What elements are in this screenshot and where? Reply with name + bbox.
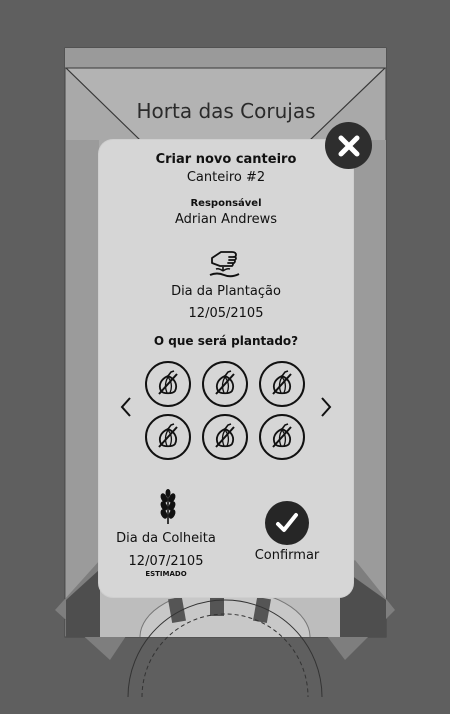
seed-option[interactable] (259, 361, 305, 407)
modal-title: Criar novo canteiro (155, 152, 297, 167)
responsible-label: Responsável (190, 198, 262, 209)
planting-date: 12/05/2105 (188, 306, 264, 321)
onion-icon (158, 370, 178, 395)
harvest-date: 12/07/2105 (128, 554, 204, 569)
plant-question: O que será plantado? (153, 334, 299, 348)
checkmark-icon (276, 513, 298, 532)
app-title: Horta das Corujas (136, 99, 316, 123)
chevron-right-icon[interactable] (316, 394, 336, 420)
confirm-label[interactable]: Confirmar (247, 548, 327, 563)
seed-option[interactable] (202, 361, 248, 407)
seed-option[interactable] (145, 361, 191, 407)
onion-icon (272, 370, 292, 395)
responsible-name: Adrian Andrews (174, 212, 278, 227)
onion-icon (158, 423, 178, 448)
wheat-icon (160, 489, 176, 524)
onion-icon (215, 423, 235, 448)
planting-hand-icon (209, 251, 240, 278)
harvest-date-label: Dia da Colheita (116, 531, 216, 546)
close-button[interactable] (325, 122, 372, 169)
onion-icon (272, 423, 292, 448)
harvest-estimated-note: ESTIMADO (145, 570, 187, 578)
create-bed-modal: Criar novo canteiro Canteiro #2 Responsá… (99, 140, 353, 597)
close-icon (338, 135, 359, 156)
chevron-left-icon[interactable] (116, 394, 136, 420)
seed-option[interactable] (202, 414, 248, 460)
seed-option[interactable] (259, 414, 305, 460)
confirm-button[interactable] (265, 501, 309, 545)
onion-icon (215, 370, 235, 395)
planting-date-label: Dia da Plantação (171, 284, 281, 299)
seed-option[interactable] (145, 414, 191, 460)
modal-subtitle: Canteiro #2 (186, 170, 266, 185)
